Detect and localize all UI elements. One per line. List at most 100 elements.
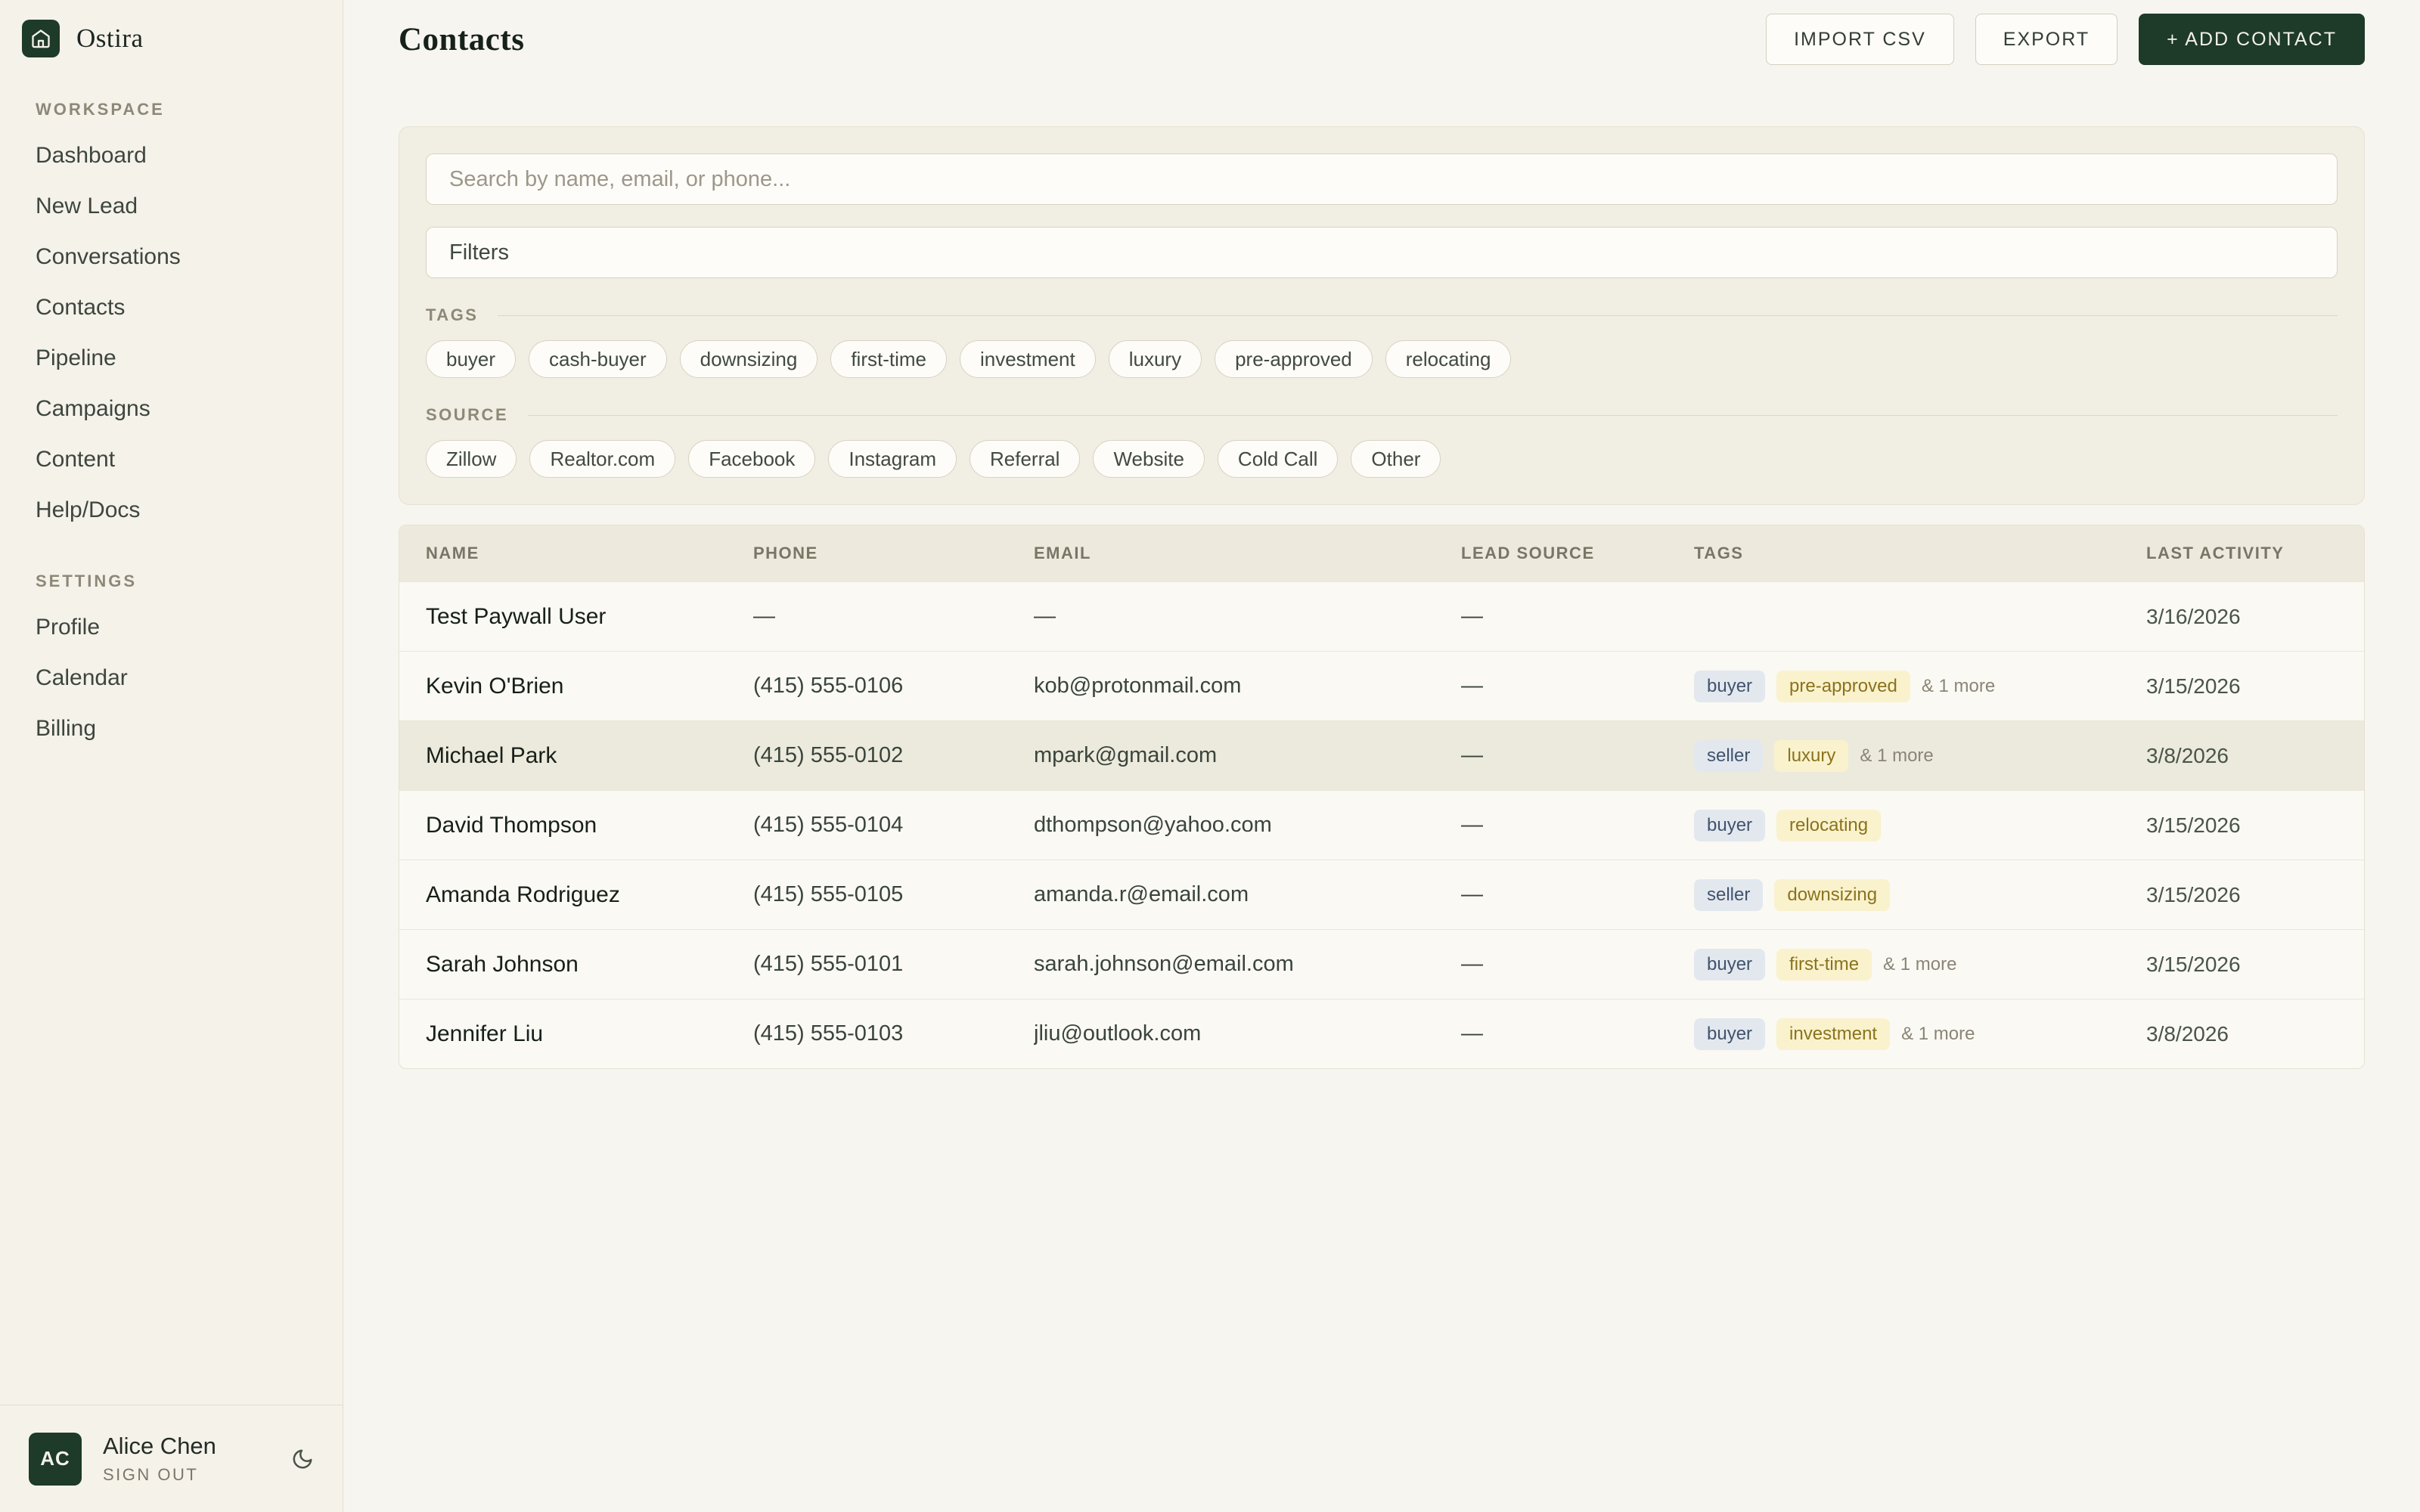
table-row[interactable]: Michael Park(415) 555-0102mpark@gmail.co… xyxy=(399,720,2364,790)
contact-name: Test Paywall User xyxy=(426,604,753,630)
sidebar-item-conversations[interactable]: Conversations xyxy=(0,231,343,282)
contact-phone: (415) 555-0101 xyxy=(753,952,1034,977)
table-row[interactable]: Test Paywall User———3/16/2026 xyxy=(399,581,2364,651)
sidebar-item-dashboard[interactable]: Dashboard xyxy=(0,130,343,181)
column-header-phone: PHONE xyxy=(753,544,1034,563)
tag-filter-downsizing[interactable]: downsizing xyxy=(680,340,818,378)
tag-badge-luxury: luxury xyxy=(1774,740,1848,772)
table-row[interactable]: David Thompson(415) 555-0104dthompson@ya… xyxy=(399,790,2364,860)
source-filter-website[interactable]: Website xyxy=(1093,440,1204,478)
sidebar-item-profile[interactable]: Profile xyxy=(0,602,343,652)
user-footer: AC Alice Chen SIGN OUT xyxy=(0,1405,343,1512)
contacts-table: NAMEPHONEEMAILLEAD SOURCETAGSLAST ACTIVI… xyxy=(399,525,2365,1069)
source-filter-row: Zillow Realtor.com Facebook Instagram Referr… xyxy=(426,440,2338,478)
more-tags-label: & 1 more xyxy=(1883,954,1956,975)
tag-badge-pre-approved: pre-approved xyxy=(1776,671,1910,702)
page-title: Contacts xyxy=(399,21,524,58)
search-input[interactable] xyxy=(426,153,2338,205)
contact-email: dthompson@yahoo.com xyxy=(1034,813,1461,838)
settings-nav: ProfileCalendarBilling xyxy=(0,602,343,754)
source-filter-other[interactable]: Other xyxy=(1351,440,1441,478)
contact-phone: (415) 555-0105 xyxy=(753,882,1034,907)
table-header: NAMEPHONEEMAILLEAD SOURCETAGSLAST ACTIVI… xyxy=(399,525,2364,581)
sidebar-item-content[interactable]: Content xyxy=(0,434,343,485)
tag-badge-first-time: first-time xyxy=(1776,949,1872,981)
column-header-lead-source: LEAD SOURCE xyxy=(1461,544,1694,563)
last-activity-date: 3/16/2026 xyxy=(2146,605,2364,629)
contact-email: mpark@gmail.com xyxy=(1034,743,1461,768)
sidebar-item-contacts[interactable]: Contacts xyxy=(0,282,343,333)
tag-filter-buyer[interactable]: buyer xyxy=(426,340,516,378)
tag-badge-buyer: buyer xyxy=(1694,1018,1765,1050)
contact-name: Jennifer Liu xyxy=(426,1021,753,1047)
tag-filter-relocating[interactable]: relocating xyxy=(1385,340,1512,378)
sign-out-button[interactable]: SIGN OUT xyxy=(103,1465,216,1485)
sidebar: Ostira WORKSPACE DashboardNew LeadConver… xyxy=(0,0,343,1512)
tag-badge-buyer: buyer xyxy=(1694,671,1765,702)
sidebar-item-campaigns[interactable]: Campaigns xyxy=(0,383,343,434)
more-tags-label: & 1 more xyxy=(1901,1024,1975,1045)
source-group-label: SOURCE xyxy=(426,405,508,425)
last-activity-date: 3/15/2026 xyxy=(2146,674,2364,699)
contact-phone: (415) 555-0106 xyxy=(753,674,1034,699)
import-csv-button[interactable]: IMPORT CSV xyxy=(1766,14,1954,65)
tags-label-row: TAGS xyxy=(426,305,2338,325)
table-row[interactable]: Amanda Rodriguez(415) 555-0105amanda.r@e… xyxy=(399,860,2364,929)
contact-name: Sarah Johnson xyxy=(426,952,753,978)
contact-name: Michael Park xyxy=(426,743,753,769)
tag-filter-first-time[interactable]: first-time xyxy=(830,340,947,378)
tag-badge-buyer: buyer xyxy=(1694,810,1765,841)
column-header-name: NAME xyxy=(426,544,753,563)
source-filter-referral[interactable]: Referral xyxy=(970,440,1080,478)
table-body: Test Paywall User———3/16/2026Kevin O'Bri… xyxy=(399,581,2364,1068)
workspace-nav: DashboardNew LeadConversationsContactsPi… xyxy=(0,130,343,535)
home-icon xyxy=(30,28,51,49)
contact-tags: buyerpre-approved& 1 more xyxy=(1694,671,2146,702)
table-row[interactable]: Kevin O'Brien(415) 555-0106kob@protonmai… xyxy=(399,651,2364,720)
contact-tags: buyerfirst-time& 1 more xyxy=(1694,949,2146,981)
column-header-tags: TAGS xyxy=(1694,544,2146,563)
filters-toggle[interactable]: Filters xyxy=(426,227,2338,278)
header-actions: IMPORT CSV EXPORT + ADD CONTACT xyxy=(1766,14,2365,65)
sidebar-item-help-docs[interactable]: Help/Docs xyxy=(0,485,343,535)
tag-filter-investment[interactable]: investment xyxy=(960,340,1096,378)
tag-filter-luxury[interactable]: luxury xyxy=(1109,340,1202,378)
source-filter-instagram[interactable]: Instagram xyxy=(828,440,957,478)
contact-email: sarah.johnson@email.com xyxy=(1034,952,1461,977)
main-content: Contacts IMPORT CSV EXPORT + ADD CONTACT… xyxy=(343,0,2420,1512)
contact-tags: buyerinvestment& 1 more xyxy=(1694,1018,2146,1050)
table-row[interactable]: Sarah Johnson(415) 555-0101sarah.johnson… xyxy=(399,929,2364,999)
avatar: AC xyxy=(29,1433,82,1486)
user-meta: Alice Chen SIGN OUT xyxy=(103,1433,216,1485)
contact-email: — xyxy=(1034,604,1461,629)
sidebar-item-billing[interactable]: Billing xyxy=(0,703,343,754)
column-header-email: EMAIL xyxy=(1034,544,1461,563)
tag-badge-seller: seller xyxy=(1694,740,1763,772)
page-header: Contacts IMPORT CSV EXPORT + ADD CONTACT xyxy=(399,0,2365,79)
contact-phone: (415) 555-0104 xyxy=(753,813,1034,838)
workspace-section-label: WORKSPACE xyxy=(36,100,343,119)
contact-name: Amanda Rodriguez xyxy=(426,882,753,908)
sidebar-item-new-lead[interactable]: New Lead xyxy=(0,181,343,231)
contact-tags: buyer relocating xyxy=(1694,810,2146,841)
source-filter-cold-call[interactable]: Cold Call xyxy=(1218,440,1339,478)
source-filter-zillow[interactable]: Zillow xyxy=(426,440,517,478)
source-filter-facebook[interactable]: Facebook xyxy=(688,440,815,478)
export-button[interactable]: EXPORT xyxy=(1975,14,2118,65)
source-filter-realtor-com[interactable]: Realtor.com xyxy=(529,440,675,478)
tag-filter-pre-approved[interactable]: pre-approved xyxy=(1215,340,1373,378)
contact-lead-source: — xyxy=(1461,952,1694,977)
tag-badge-relocating: relocating xyxy=(1776,810,1881,841)
contact-tags: sellerluxury& 1 more xyxy=(1694,740,2146,772)
add-contact-button[interactable]: + ADD CONTACT xyxy=(2139,14,2365,65)
sidebar-item-calendar[interactable]: Calendar xyxy=(0,652,343,703)
contact-lead-source: — xyxy=(1461,604,1694,629)
table-row[interactable]: Jennifer Liu(415) 555-0103jliu@outlook.c… xyxy=(399,999,2364,1068)
tag-filter-cash-buyer[interactable]: cash-buyer xyxy=(529,340,667,378)
contact-email: jliu@outlook.com xyxy=(1034,1021,1461,1046)
theme-toggle[interactable] xyxy=(291,1448,314,1470)
app-logo xyxy=(22,20,60,57)
last-activity-date: 3/15/2026 xyxy=(2146,883,2364,907)
sidebar-item-pipeline[interactable]: Pipeline xyxy=(0,333,343,383)
last-activity-date: 3/15/2026 xyxy=(2146,813,2364,838)
